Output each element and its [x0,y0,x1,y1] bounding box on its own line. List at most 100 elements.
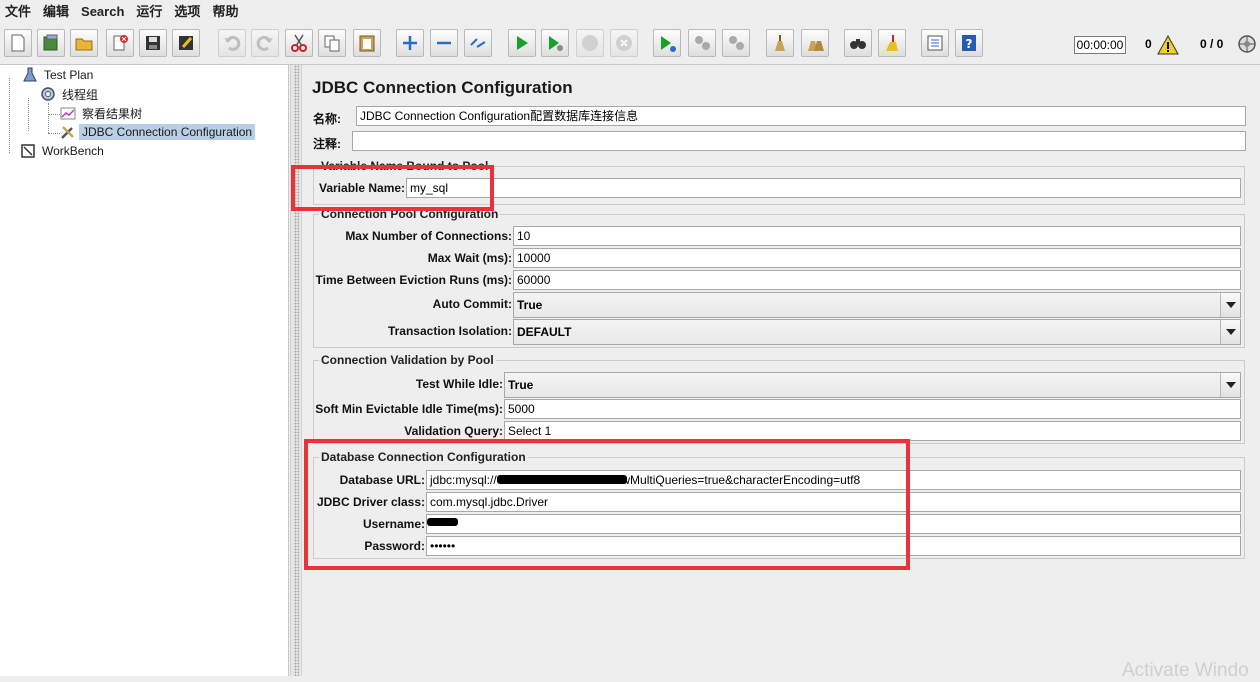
broom-icon [775,35,785,51]
variable-name-field[interactable]: my_sql [406,178,1241,198]
panel-splitter[interactable] [290,65,302,676]
reset-search-button[interactable] [878,29,906,57]
name-field[interactable]: JDBC Connection Configuration配置数据库连接信息 [356,106,1246,126]
tools-icon [61,126,74,139]
remote-stop-icon [695,36,710,50]
paste-icon [359,35,375,52]
clear-button[interactable] [766,29,794,57]
open-button[interactable] [70,29,98,57]
auto-commit-value: True [517,298,543,312]
toggle-button[interactable] [464,29,492,57]
test-plan-tree: Test Plan 线程组 察看结果树 JDBC Connection Conf… [0,65,289,676]
new-file-icon [11,34,25,52]
auto-commit-select[interactable]: True [513,292,1241,318]
undo-icon [224,35,241,51]
folder-open-icon [75,38,93,51]
chevron-down-icon[interactable] [1220,293,1240,317]
templates-button[interactable] [37,29,65,57]
remote-shutdown-icon [729,36,744,50]
plus-icon [403,36,417,50]
minus-icon [437,41,451,45]
binoculars-icon [850,39,866,49]
tree-item-label: 察看结果树 [82,106,143,121]
max-conn-label: Max Number of Connections: [345,229,512,243]
warning-icon[interactable] [1157,35,1179,55]
tree-item-label: 线程组 [62,87,99,102]
close-file-icon [113,35,128,51]
close-button[interactable] [106,29,134,57]
menu-run[interactable]: 运行 [131,0,169,23]
tree-connector [48,133,60,134]
tree-item-workbench[interactable]: WorkBench [20,142,107,160]
isolation-select[interactable]: DEFAULT [513,319,1241,345]
shutdown-button[interactable] [610,29,638,57]
menu-help[interactable]: 帮助 [207,0,245,23]
svg-text:?: ? [966,37,973,51]
stop-button[interactable] [576,29,604,57]
stop-icon [582,35,598,51]
help-button[interactable]: ? [955,29,983,57]
save-icon [146,36,160,50]
config-panel: JDBC Connection Configuration 名称: JDBC C… [291,65,1260,676]
eviction-runs-field[interactable]: 60000 [513,270,1241,290]
save-as-button[interactable] [172,29,200,57]
tree-connector [48,103,49,133]
start-no-pauses-button[interactable] [541,29,569,57]
elapsed-timer: 00:00:00 [1074,36,1126,54]
max-wait-field[interactable]: 10000 [513,248,1241,268]
chevron-down-icon[interactable] [1220,373,1240,397]
soft-min-label: Soft Min Evictable Idle Time(ms): [315,402,503,416]
templates-icon [43,34,58,51]
start-button[interactable] [508,29,536,57]
collapse-all-button[interactable] [430,29,458,57]
copy-button[interactable] [318,29,346,57]
toolbar: ? 00:00:00 0 0 / 0 [0,23,1260,65]
broom-all-icon [808,41,824,51]
test-idle-value: True [508,378,534,392]
test-idle-label: Test While Idle: [415,377,503,391]
remote-stop-button[interactable] [688,29,716,57]
soft-min-field[interactable]: 5000 [504,399,1241,419]
remote-play-icon [661,36,676,52]
validation-query-field[interactable]: Select 1 [504,421,1241,441]
search-button[interactable] [844,29,872,57]
list-icon [927,35,943,51]
tree-item-test-plan[interactable]: Test Plan [22,66,96,84]
isolation-label: Transaction Isolation: [387,324,512,338]
menu-search[interactable]: Search [76,0,131,23]
function-helper-button[interactable] [921,29,949,57]
expand-all-button[interactable] [396,29,424,57]
test-idle-select[interactable]: True [504,372,1241,398]
new-button[interactable] [4,29,32,57]
tree-item-label: JDBC Connection Configuration [79,124,256,140]
shutdown-icon [616,35,632,51]
play-no-pause-icon [549,36,563,51]
max-wait-label: Max Wait (ms): [427,251,512,265]
name-label: 名称: [313,112,341,126]
chevron-down-icon[interactable] [1220,320,1240,344]
menu-edit[interactable]: 编辑 [38,0,76,23]
tree-connector [28,98,29,131]
menu-options[interactable]: 选项 [169,0,207,23]
tree-item-thread-group[interactable]: 线程组 [40,85,101,103]
comment-label: 注释: [313,137,341,151]
undo-button[interactable] [218,29,246,57]
remote-start-button[interactable] [653,29,681,57]
redo-button[interactable] [251,29,279,57]
remote-globe-icon[interactable] [1237,34,1257,54]
tree-item-jdbc-config[interactable]: JDBC Connection Configuration [60,123,256,141]
page-title: JDBC Connection Configuration [312,78,573,97]
comment-field[interactable] [352,131,1246,151]
workbench-icon [21,144,35,158]
tree-item-view-results-tree[interactable]: 察看结果树 [60,104,145,122]
scissors-icon [291,34,307,52]
menu-file[interactable]: 文件 [0,0,38,23]
tree-item-label: Test Plan [44,68,94,82]
tree-connector [48,114,60,115]
max-connections-field[interactable]: 10 [513,226,1241,246]
paste-button[interactable] [353,29,381,57]
remote-shutdown-button[interactable] [722,29,750,57]
clear-all-button[interactable] [801,29,829,57]
save-button[interactable] [139,29,167,57]
cut-button[interactable] [285,29,313,57]
